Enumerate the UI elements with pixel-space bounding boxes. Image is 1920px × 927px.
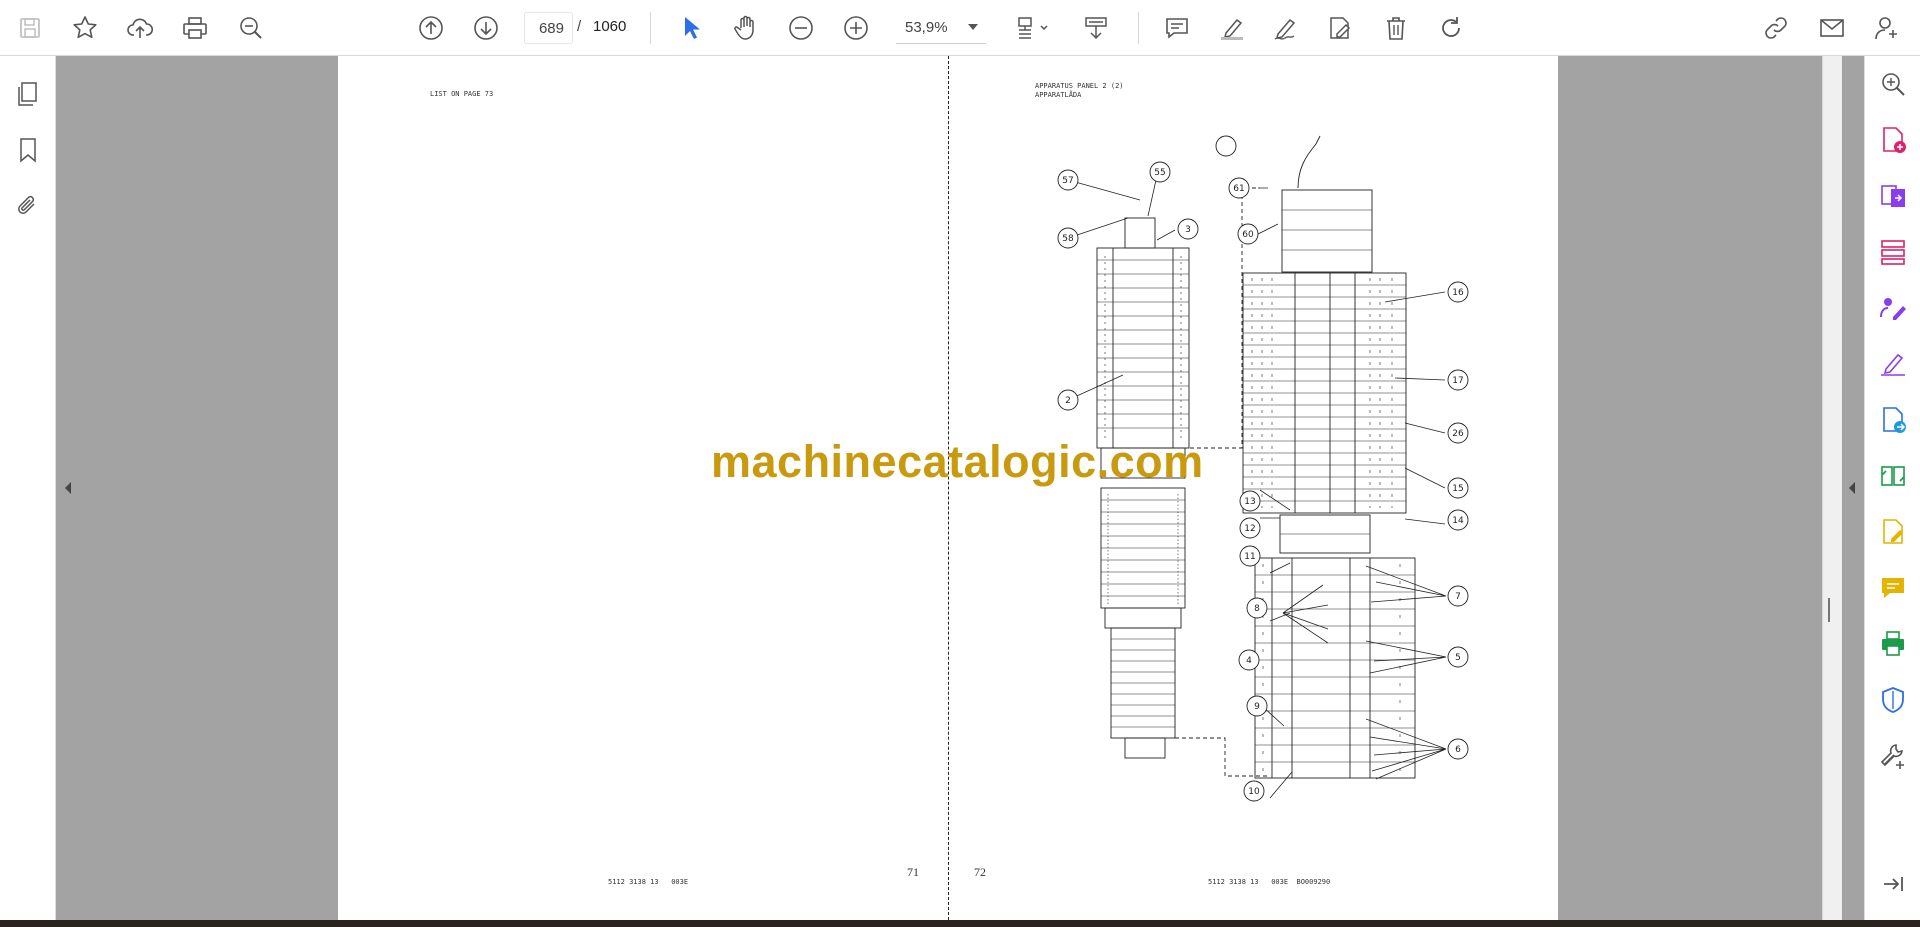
page-down-icon[interactable]	[466, 8, 506, 48]
create-pdf-icon[interactable]	[1875, 122, 1911, 158]
callout-label: 14	[1452, 516, 1464, 526]
collapse-left-panel-icon[interactable]	[62, 480, 74, 496]
page-separator: /	[577, 18, 582, 35]
compare-icon[interactable]	[1875, 458, 1911, 494]
watermark: machinecatalogic.com	[711, 436, 1204, 487]
callout-label: 26	[1452, 429, 1464, 439]
page-header: APPARATUS PANEL 2 (2)	[1035, 82, 1124, 90]
callout-label: 10	[1248, 787, 1260, 797]
pdf-reader-window: / 1060 53,9%	[0, 0, 1920, 927]
tools-rail	[1864, 56, 1920, 920]
callout-label: 60	[1242, 230, 1254, 240]
organize-pages-icon[interactable]	[1875, 234, 1911, 270]
callout-label: 8	[1254, 604, 1260, 614]
page-number: 71	[907, 865, 919, 879]
export-pdf-icon[interactable]	[1875, 178, 1911, 214]
zoom-out-icon[interactable]	[781, 8, 821, 48]
hand-icon[interactable]	[726, 8, 766, 48]
protect-icon[interactable]	[1875, 682, 1911, 718]
callout-label: 57	[1062, 176, 1073, 186]
page-up-icon[interactable]	[411, 8, 451, 48]
callout-label: 11	[1244, 552, 1255, 562]
left-navigation-rail	[0, 56, 56, 920]
expand-panel-icon[interactable]	[1875, 866, 1911, 902]
search-zoom-icon[interactable]	[231, 8, 271, 48]
callout-label: 9	[1254, 702, 1260, 712]
page-number: 72	[974, 865, 986, 879]
save-icon[interactable]	[10, 8, 50, 48]
callout-label: 61	[1233, 184, 1244, 194]
page-header: LIST ON PAGE 73	[430, 90, 494, 98]
edit-icon[interactable]	[1320, 8, 1360, 48]
callout-label: 5	[1455, 653, 1461, 663]
document-page-left: LIST ON PAGE 73 71 5112 3138 13 003E	[338, 56, 949, 920]
callout-label: 13	[1244, 497, 1255, 507]
highlight-icon[interactable]	[1212, 8, 1252, 48]
star-icon[interactable]	[65, 8, 105, 48]
page-footer: 5112 3138 13 003E BO009290	[1208, 878, 1331, 886]
account-icon[interactable]	[1867, 8, 1907, 48]
attachment-icon[interactable]	[8, 186, 48, 226]
upload-cloud-icon[interactable]	[120, 8, 160, 48]
callout-label: 15	[1452, 484, 1463, 494]
callout-label: 2	[1065, 396, 1071, 406]
callout-label: 17	[1452, 376, 1463, 386]
callout-label: 6	[1455, 745, 1461, 755]
page-number-input[interactable]	[524, 12, 573, 44]
zoom-value: 53,9%	[905, 19, 948, 36]
comment-tool-icon[interactable]	[1875, 570, 1911, 606]
edit-pdf-icon[interactable]	[1875, 514, 1911, 550]
comment-icon[interactable]	[1157, 8, 1197, 48]
print-production-icon[interactable]	[1875, 626, 1911, 662]
delete-icon[interactable]	[1376, 8, 1416, 48]
collapse-right-panel-icon[interactable]	[1846, 480, 1858, 496]
toolbar-divider	[1138, 12, 1139, 44]
scrollbar-thumb[interactable]	[1828, 598, 1830, 622]
toolbar-divider	[650, 12, 651, 44]
zoom-in-icon[interactable]	[836, 8, 876, 48]
send-pdf-icon[interactable]	[1875, 402, 1911, 438]
callout-label: 3	[1185, 225, 1191, 235]
share-link-icon[interactable]	[1756, 8, 1796, 48]
taskbar-edge	[0, 920, 1920, 927]
vertical-scrollbar[interactable]	[1822, 56, 1842, 920]
print-icon[interactable]	[175, 8, 215, 48]
zoom-search-icon[interactable]	[1875, 66, 1911, 102]
sign-icon[interactable]	[1875, 346, 1911, 382]
callout-label: 4	[1246, 656, 1252, 666]
draw-icon[interactable]	[1266, 8, 1306, 48]
chevron-down-icon	[968, 24, 978, 30]
page-subheader: APPARATLÅDA	[1035, 91, 1082, 99]
fill-sign-icon[interactable]	[1875, 290, 1911, 326]
zoom-select[interactable]: 53,9%	[896, 12, 986, 44]
rotate-icon[interactable]	[1431, 8, 1471, 48]
scroll-mode-icon[interactable]	[1076, 8, 1116, 48]
callout-label: 16	[1452, 288, 1464, 298]
select-cursor-icon[interactable]	[671, 8, 711, 48]
mail-icon[interactable]	[1812, 8, 1852, 48]
page-layout-icon[interactable]	[1007, 8, 1059, 48]
callout-label: 55	[1154, 168, 1165, 178]
more-tools-icon[interactable]	[1875, 738, 1911, 774]
callout-label: 58	[1062, 234, 1074, 244]
bookmark-icon[interactable]	[8, 130, 48, 170]
page-total: 1060	[593, 18, 627, 35]
top-toolbar: / 1060 53,9%	[0, 0, 1920, 56]
page-footer: 5112 3138 13 003E	[608, 878, 689, 886]
callout-label: 12	[1244, 524, 1255, 534]
page-divider	[948, 56, 949, 920]
callout-label: 7	[1455, 592, 1461, 602]
pages-icon[interactable]	[8, 74, 48, 114]
